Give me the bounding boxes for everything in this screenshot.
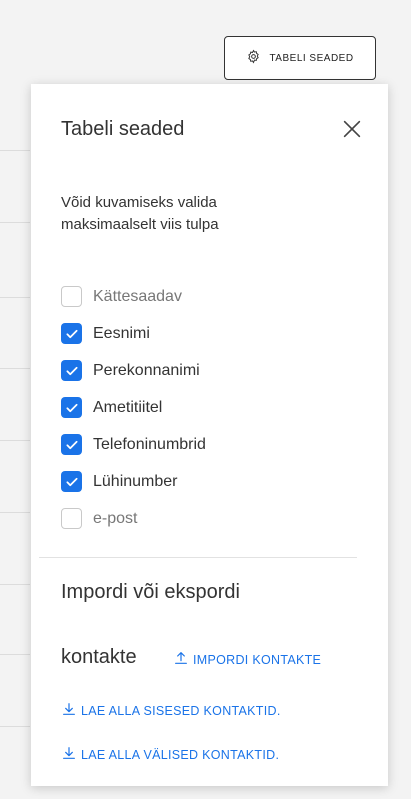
column-checkbox-first-name[interactable]: Eesnimi [61, 315, 206, 352]
checkbox-label: Kättesaadav [93, 287, 182, 305]
table-settings-button[interactable]: TABELI SEADED [224, 36, 376, 80]
download-icon [61, 701, 77, 720]
checkbox[interactable] [61, 434, 82, 455]
download-external-contacts-link[interactable]: LAE ALLA VÄLISED KONTAKTID. [61, 745, 279, 764]
checkbox-label: Lühinumber [93, 472, 178, 490]
table-row-divider [0, 654, 30, 655]
checkbox[interactable] [61, 323, 82, 344]
checkbox[interactable] [61, 508, 82, 529]
column-checkbox-email[interactable]: e-post [61, 500, 206, 537]
check-icon [65, 477, 78, 486]
table-row-divider [0, 584, 30, 585]
checkbox-label: Ametitiitel [93, 398, 163, 416]
checkbox[interactable] [61, 286, 82, 307]
section-divider [39, 557, 357, 558]
check-icon [65, 366, 78, 375]
checkbox-label: Telefoninumbrid [93, 435, 206, 453]
column-checkbox-list: Kättesaadav Eesnimi Perekonnanimi Ametit… [61, 278, 206, 537]
checkbox[interactable] [61, 397, 82, 418]
import-contacts-link[interactable]: IMPORDI KONTAKTE [173, 650, 321, 669]
column-checkbox-available[interactable]: Kättesaadav [61, 278, 206, 315]
check-icon [65, 440, 78, 449]
checkbox-label: Perekonnanimi [93, 361, 200, 379]
check-icon [65, 403, 78, 412]
import-contacts-label: IMPORDI KONTAKTE [193, 652, 322, 667]
column-checkbox-phone-numbers[interactable]: Telefoninumbrid [61, 426, 206, 463]
table-row-divider [0, 726, 30, 727]
column-checkbox-last-name[interactable]: Perekonnanimi [61, 352, 206, 389]
download-internal-label: LAE ALLA SISESED KONTAKTID. [81, 703, 281, 718]
column-limit-hint: Võid kuvamiseks valida maksimaalselt vii… [61, 194, 219, 233]
table-row-divider [0, 150, 30, 151]
table-row-divider [0, 222, 30, 223]
checkbox[interactable] [61, 471, 82, 492]
gear-icon [246, 49, 261, 67]
checkbox[interactable] [61, 360, 82, 381]
table-row-divider [0, 440, 30, 441]
download-external-label: LAE ALLA VÄLISED KONTAKTID. [81, 747, 280, 762]
checkbox-label: Eesnimi [93, 324, 150, 342]
check-icon [65, 329, 78, 338]
table-settings-label: TABELI SEADED [269, 52, 354, 64]
column-checkbox-short-number[interactable]: Lühinumber [61, 463, 206, 500]
upload-icon [173, 650, 189, 669]
close-icon[interactable] [341, 118, 363, 140]
column-checkbox-job-title[interactable]: Ametitiitel [61, 389, 206, 426]
table-settings-panel: Tabeli seaded Võid kuvamiseks valida mak… [31, 84, 388, 786]
download-icon [61, 745, 77, 764]
panel-title: Tabeli seaded [61, 118, 185, 140]
import-export-title-line2: kontakte [61, 646, 137, 668]
table-row-divider [0, 512, 30, 513]
checkbox-label: e-post [93, 509, 138, 527]
table-row-divider [0, 297, 30, 298]
table-row-divider [0, 368, 30, 369]
download-internal-contacts-link[interactable]: LAE ALLA SISESED KONTAKTID. [61, 701, 281, 720]
import-export-title: Impordi või ekspordi [61, 581, 240, 603]
